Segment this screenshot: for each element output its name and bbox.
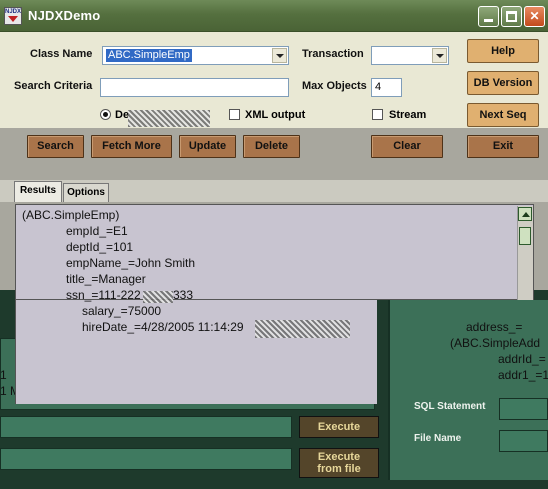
class-name-value: ABC.SimpleEmp [106, 49, 192, 62]
clear-button[interactable]: Clear [371, 135, 443, 158]
file-name-input[interactable] [499, 430, 548, 452]
next-seq-button[interactable]: Next Seq [467, 103, 539, 127]
title-bar: NJDX NJDXDemo ✕ [0, 0, 548, 32]
class-name-combo[interactable]: ABC.SimpleEmp [102, 46, 289, 65]
execute-from-file-label-line2: from file [317, 463, 361, 475]
sql-statement-input[interactable] [499, 398, 548, 420]
window-title: NJDXDemo [28, 8, 101, 23]
exit-button[interactable]: Exit [467, 135, 539, 158]
file-input[interactable] [0, 448, 292, 470]
results-textarea-lower[interactable] [15, 300, 377, 404]
related-line: addrId_= [498, 352, 546, 366]
max-objects-label: Max Objects [302, 80, 367, 92]
close-button[interactable]: ✕ [524, 6, 545, 27]
close-icon: ✕ [529, 9, 540, 23]
app-icon-text: NJDX [5, 9, 22, 15]
delete-button[interactable]: Delete [243, 135, 300, 158]
transaction-label: Transaction [302, 48, 364, 60]
db-version-button[interactable]: DB Version [467, 71, 539, 95]
search-criteria-label: Search Criteria [14, 80, 93, 92]
stream-checkbox[interactable] [372, 109, 383, 120]
max-objects-input[interactable]: 4 [371, 78, 402, 97]
result-line: empName_=John Smith [66, 256, 196, 270]
result-line: ssn_=111-222 [66, 288, 141, 302]
xml-output-checkbox[interactable] [229, 109, 240, 120]
related-line: address_= [466, 320, 523, 334]
execute-from-file-button[interactable]: Execute from file [299, 448, 379, 478]
detail-line: 1 [0, 368, 7, 382]
related-line: (ABC.SimpleAdd [450, 336, 541, 350]
sql-input[interactable] [0, 416, 292, 438]
result-line: (ABC.SimpleEmp) [22, 208, 120, 222]
result-line: 333 [173, 288, 194, 302]
related-line: addr1_=1 [498, 368, 548, 382]
result-line: hireDate_=4/28/2005 11:14:29 [82, 320, 244, 334]
maximize-icon [506, 11, 517, 22]
update-button[interactable]: Update [179, 135, 236, 158]
redacted-region [128, 110, 210, 127]
scroll-up-button[interactable] [518, 207, 532, 221]
result-line: salary_=75000 [82, 304, 162, 318]
result-line: empId_=E1 [66, 224, 128, 238]
max-objects-value: 4 [375, 81, 382, 93]
sql-statement-label: SQL Statement [414, 401, 486, 412]
execute-from-file-label-line1: Execute [317, 451, 361, 463]
radio-label: De [115, 109, 130, 121]
scroll-thumb[interactable] [519, 227, 531, 245]
tab-results[interactable]: Results [14, 181, 62, 202]
search-criteria-input[interactable] [100, 78, 289, 97]
stream-label: Stream [389, 109, 427, 121]
class-name-label: Class Name [30, 48, 93, 60]
file-name-label: File Name [414, 433, 462, 444]
redacted-region [143, 291, 173, 303]
minimize-button[interactable] [478, 6, 499, 27]
redacted-region [255, 320, 350, 338]
results-scrollbar[interactable] [517, 206, 533, 300]
chevron-down-icon[interactable] [272, 48, 287, 63]
xml-output-label: XML output [245, 109, 306, 121]
help-button[interactable]: Help [467, 39, 539, 63]
search-button[interactable]: Search [27, 135, 84, 158]
radio-button[interactable] [100, 109, 111, 120]
maximize-button[interactable] [501, 6, 522, 27]
tab-options[interactable]: Options [63, 183, 109, 202]
fetch-more-button[interactable]: Fetch More [91, 135, 172, 158]
app-icon: NJDX [4, 7, 22, 25]
result-line: title_=Manager [66, 272, 146, 286]
chevron-down-icon[interactable] [432, 48, 447, 63]
chevron-up-icon [522, 212, 530, 217]
result-line: deptId_=101 [66, 240, 134, 254]
transaction-combo[interactable] [371, 46, 449, 65]
minimize-icon [484, 19, 493, 22]
execute-button[interactable]: Execute [299, 416, 379, 438]
